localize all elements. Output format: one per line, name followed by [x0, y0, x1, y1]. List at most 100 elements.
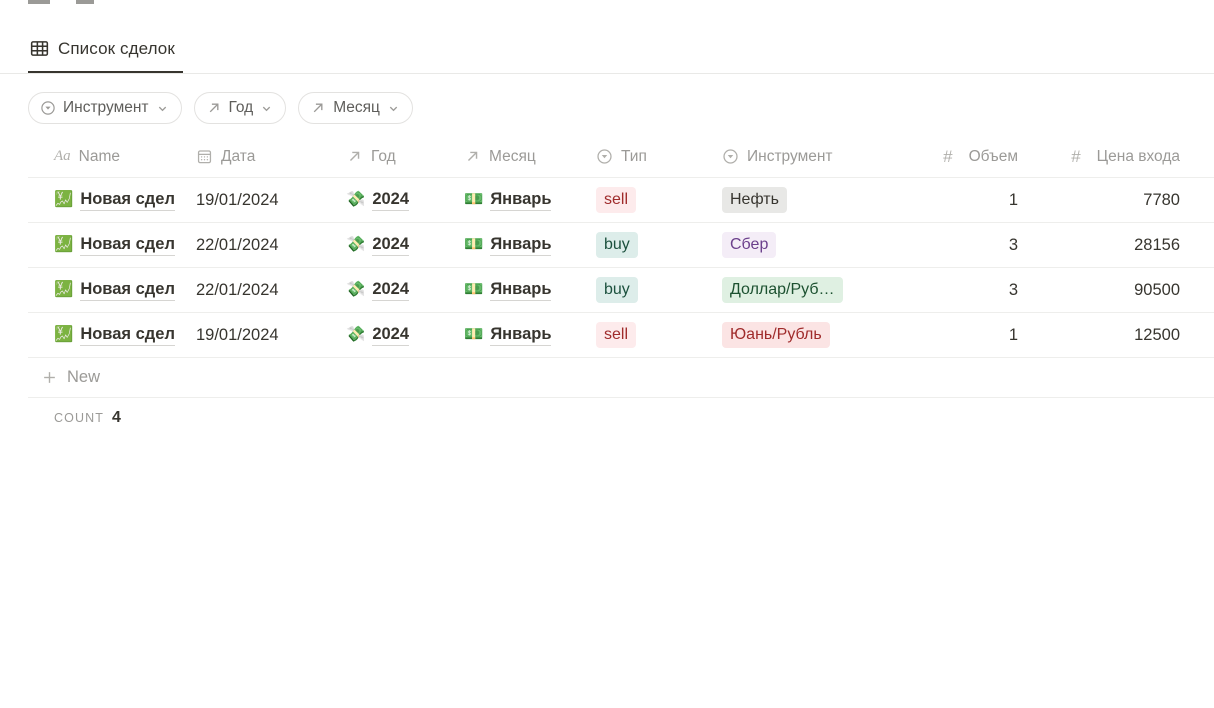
table-icon: [30, 41, 49, 56]
breadcrumb-fragment: [76, 0, 94, 4]
cell-name[interactable]: 💹 Новая сдел: [28, 178, 188, 222]
column-header-name[interactable]: Aa Name: [28, 136, 188, 177]
title-aa-icon: Aa: [54, 148, 71, 164]
price-value: 90500: [1134, 280, 1180, 299]
cell-year[interactable]: 💸 2024: [338, 313, 456, 357]
chevron-down-icon: [389, 106, 398, 111]
cell-type[interactable]: sell: [588, 313, 714, 357]
table-header-row: Aa Name Дата Год Месяц Тип Инструмент # …: [28, 136, 1214, 178]
column-header-label: Name: [78, 147, 121, 165]
cell-volume[interactable]: 1: [894, 313, 1026, 357]
relation-link[interactable]: 2024: [372, 190, 410, 211]
status-badge: buy: [596, 277, 638, 303]
dollar-banknote-icon: 💵: [464, 280, 484, 299]
filter-chip-month[interactable]: Месяц: [298, 92, 413, 124]
cell-volume[interactable]: 3: [894, 268, 1026, 312]
count-label[interactable]: COUNT: [54, 411, 104, 425]
column-header-volume[interactable]: # Объем: [894, 136, 1026, 177]
database-view-page: Список сделок Инструмент Год Месяц Aa Na…: [0, 0, 1214, 708]
number-hash-icon: #: [1071, 147, 1081, 166]
count-value: 4: [111, 409, 121, 426]
tab-label: Список сделок: [58, 38, 175, 58]
cell-instrument[interactable]: Сбер: [714, 223, 894, 267]
cell-instrument[interactable]: Нефть: [714, 178, 894, 222]
cell-name[interactable]: 💹 Новая сдел: [28, 223, 188, 267]
calendar-icon: [197, 150, 212, 164]
cell-month[interactable]: 💵 Январь: [456, 313, 588, 357]
cell-volume[interactable]: 1: [894, 178, 1026, 222]
cell-month[interactable]: 💵 Январь: [456, 268, 588, 312]
cell-year[interactable]: 💸 2024: [338, 268, 456, 312]
table-row[interactable]: 💹 Новая сдел 19/01/2024 💸 2024 💵 Январь …: [28, 313, 1214, 358]
cell-month[interactable]: 💵 Январь: [456, 178, 588, 222]
filter-chip-instrument[interactable]: Инструмент: [28, 92, 182, 124]
tab-spisok-sdelok[interactable]: Список сделок: [28, 26, 183, 73]
money-with-wings-icon: 💸: [346, 280, 366, 299]
cell-year[interactable]: 💸 2024: [338, 223, 456, 267]
cell-instrument[interactable]: Доллар/Руб…: [714, 268, 894, 312]
cell-instrument[interactable]: Юань/Рубль: [714, 313, 894, 357]
column-header-date[interactable]: Дата: [188, 136, 338, 177]
relation-link[interactable]: Январь: [490, 190, 552, 211]
status-badge: sell: [596, 187, 637, 213]
volume-value: 3: [1008, 280, 1018, 299]
column-header-year[interactable]: Год: [338, 136, 456, 177]
relation-arrow-icon: [209, 103, 218, 113]
price-value: 28156: [1134, 235, 1180, 254]
column-header-instrument[interactable]: Инструмент: [714, 136, 894, 177]
filter-chip-year[interactable]: Год: [193, 92, 287, 124]
page-title-link[interactable]: Новая сдел: [80, 325, 175, 346]
relation-link[interactable]: Январь: [490, 325, 552, 346]
cell-price[interactable]: 12500: [1026, 313, 1194, 357]
dollar-banknote-icon: 💵: [464, 190, 484, 209]
money-with-wings-icon: 💸: [346, 325, 366, 344]
relation-link[interactable]: 2024: [372, 280, 410, 301]
table-row[interactable]: 💹 Новая сдел 22/01/2024 💸 2024 💵 Январь …: [28, 223, 1214, 268]
cell-year[interactable]: 💸 2024: [338, 178, 456, 222]
cell-type[interactable]: buy: [588, 268, 714, 312]
column-header-label: Дата: [221, 147, 256, 165]
chart-increasing-yen-icon: 💹: [54, 325, 74, 344]
page-title-link[interactable]: Новая сдел: [80, 190, 175, 211]
cell-month[interactable]: 💵 Январь: [456, 223, 588, 267]
relation-link[interactable]: 2024: [372, 325, 410, 346]
column-header-label: Тип: [621, 147, 647, 165]
breadcrumb-remnant: [28, 0, 94, 4]
add-new-row-label: New: [67, 368, 101, 386]
page-title-link[interactable]: Новая сдел: [80, 280, 175, 301]
table-row[interactable]: 💹 Новая сдел 19/01/2024 💸 2024 💵 Январь …: [28, 178, 1214, 223]
cell-price[interactable]: 7780: [1026, 178, 1194, 222]
select-circle-icon: [723, 149, 738, 164]
cell-date[interactable]: 22/01/2024: [188, 268, 338, 312]
table-footer: COUNT 4: [28, 398, 1214, 438]
cell-date[interactable]: 19/01/2024: [188, 313, 338, 357]
relation-arrow-icon: [467, 151, 478, 162]
column-header-price[interactable]: # Цена входа: [1026, 136, 1194, 177]
relation-link[interactable]: Январь: [490, 280, 552, 301]
column-header-month[interactable]: Месяц: [456, 136, 588, 177]
cell-type[interactable]: sell: [588, 178, 714, 222]
cell-volume[interactable]: 3: [894, 223, 1026, 267]
relation-arrow-icon: [349, 151, 360, 162]
filter-chip-label: Инструмент: [63, 99, 149, 116]
filter-chip-label: Месяц: [333, 99, 380, 116]
cell-date[interactable]: 22/01/2024: [188, 223, 338, 267]
page-title-link[interactable]: Новая сдел: [80, 235, 175, 256]
filter-chip-label: Год: [228, 99, 254, 116]
relation-link[interactable]: Январь: [490, 235, 552, 256]
date-value: 19/01/2024: [196, 190, 279, 209]
column-header-type[interactable]: Тип: [588, 136, 714, 177]
chart-increasing-yen-icon: 💹: [54, 190, 74, 209]
relation-link[interactable]: 2024: [372, 235, 410, 256]
table-row[interactable]: 💹 Новая сдел 22/01/2024 💸 2024 💵 Январь …: [28, 268, 1214, 313]
cell-price[interactable]: 28156: [1026, 223, 1194, 267]
date-value: 19/01/2024: [196, 325, 279, 344]
cell-name[interactable]: 💹 Новая сдел: [28, 268, 188, 312]
cell-date[interactable]: 19/01/2024: [188, 178, 338, 222]
cell-type[interactable]: buy: [588, 223, 714, 267]
add-new-row-button[interactable]: New: [28, 358, 1214, 398]
status-badge: buy: [596, 232, 638, 258]
money-with-wings-icon: 💸: [346, 190, 366, 209]
cell-price[interactable]: 90500: [1026, 268, 1194, 312]
cell-name[interactable]: 💹 Новая сдел: [28, 313, 188, 357]
